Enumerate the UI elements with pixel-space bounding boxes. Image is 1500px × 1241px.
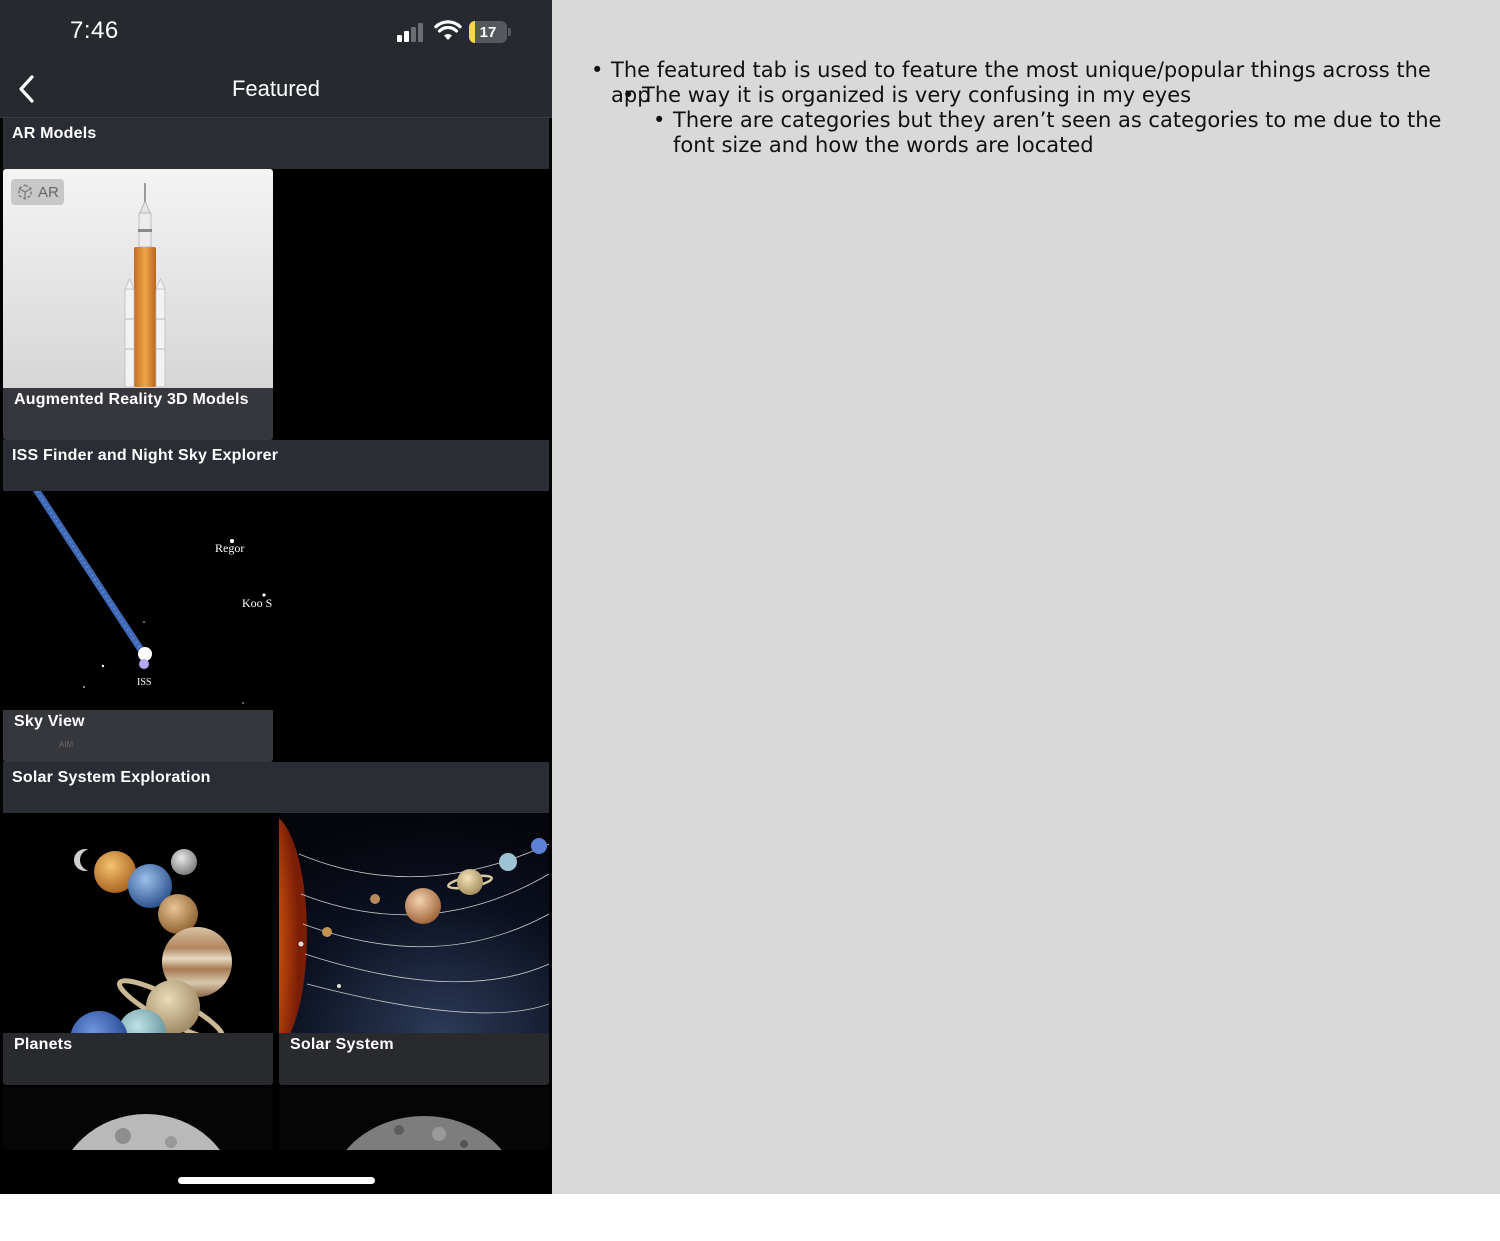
battery-nub <box>508 28 511 36</box>
bullet-icon: • <box>591 58 604 82</box>
sky-label-aim: AIM <box>59 740 74 749</box>
featured-list[interactable]: AR Models AR Augmented Reality 3D Models… <box>0 118 552 1150</box>
solar-system-image <box>279 814 549 1033</box>
card-sky-view[interactable]: Regor Koo S ISS Sky View AIM <box>3 491 273 762</box>
section-title: Solar System Exploration <box>12 769 211 786</box>
status-bar: 7:46 17 <box>0 0 552 62</box>
page-title: Featured <box>231 76 321 101</box>
sky-label-regor: Regor <box>215 541 244 555</box>
card-label: Solar System <box>290 1036 394 1053</box>
card-augmented-reality[interactable]: AR Augmented Reality 3D Models <box>3 169 273 440</box>
moon-image <box>3 1086 273 1150</box>
battery-icon: 17 <box>469 21 507 43</box>
wifi-icon <box>434 20 462 40</box>
nav-bar: Featured <box>0 62 552 118</box>
note-text: There are categories but they aren’t see… <box>673 108 1442 157</box>
section-header-ar-models: AR Models <box>3 118 549 169</box>
ar-badge-label: AR <box>38 183 59 201</box>
section-title: ISS Finder and Night Sky Explorer <box>12 447 279 464</box>
card-planets[interactable]: Planets <box>3 814 273 1085</box>
asteroid-image <box>279 1086 549 1150</box>
note-level-2: • The way it is organized is very confus… <box>622 83 1482 108</box>
phone-screen: 7:46 17 Featured AR Models AR Augmented … <box>0 0 552 1194</box>
section-header-solar-system: Solar System Exploration <box>3 762 549 813</box>
sky-label-iss: ISS <box>137 677 151 688</box>
battery-level: 17 <box>479 24 497 41</box>
card-label: Planets <box>14 1036 73 1053</box>
note-text: The way it is organized is very confusin… <box>642 83 1192 107</box>
status-time: 7:46 <box>70 17 119 44</box>
card-moon-partial[interactable] <box>3 1086 273 1150</box>
ar-cube-icon <box>18 184 32 200</box>
ar-badge: AR <box>11 179 64 205</box>
notes-panel: • The featured tab is used to feature th… <box>552 0 1500 1194</box>
bullet-icon: • <box>653 108 666 132</box>
home-indicator[interactable] <box>178 1177 375 1184</box>
sky-label-koo: Koo S <box>242 596 272 610</box>
planets-image <box>3 814 273 1033</box>
sky-map-image: Regor Koo S ISS <box>3 491 273 710</box>
bottom-area <box>0 1150 552 1194</box>
section-title: AR Models <box>12 125 97 142</box>
card-label: Sky View <box>14 713 85 730</box>
bullet-icon: • <box>622 83 635 107</box>
section-header-iss-finder: ISS Finder and Night Sky Explorer <box>3 440 549 491</box>
note-level-3: • There are categories but they aren’t s… <box>653 108 1483 158</box>
cellular-signal-icon <box>397 22 427 42</box>
card-solar-system[interactable]: Solar System <box>279 814 549 1085</box>
card-asteroid-partial[interactable] <box>279 1086 549 1150</box>
card-label: Augmented Reality 3D Models <box>14 391 249 408</box>
